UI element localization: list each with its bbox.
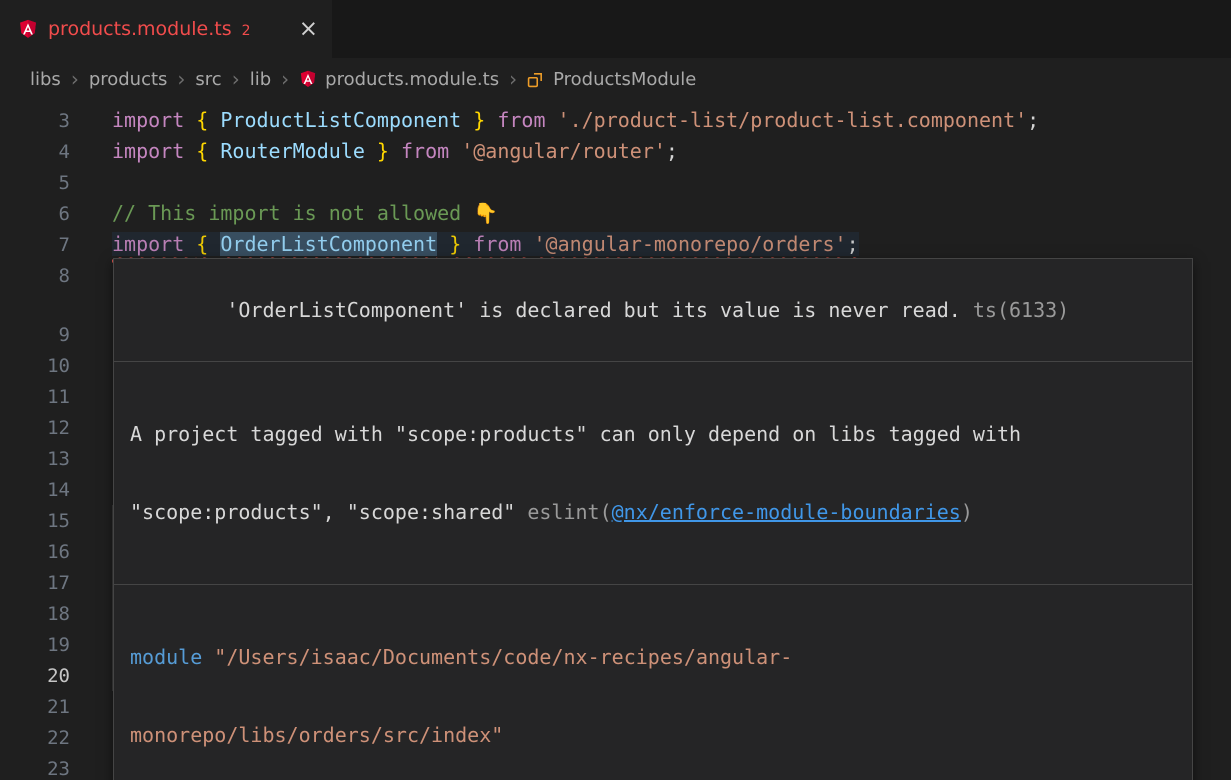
hover-module-info: module "/Users/isaac/Documents/code/nx-r… [114,584,1192,780]
line-number[interactable]: 8 [0,261,70,292]
breadcrumb-item-products[interactable]: products [89,69,168,90]
breadcrumb-label: ProductsModule [553,69,696,90]
line-number[interactable]: 19 [0,630,70,661]
eslint-message-line2: "scope:products", "scope:shared" [130,500,515,524]
line-number[interactable]: 9 [0,320,70,351]
line-number[interactable]: 3 [0,106,70,137]
ts-error-message: 'OrderListComponent' is declared but its… [226,298,961,322]
eslint-rule-link[interactable]: @nx/enforce-module-boundaries [612,500,961,524]
hover-ts-error: 'OrderListComponent' is declared but its… [114,259,1192,361]
chevron-right-icon: › [281,69,289,89]
eslint-source-prefix: eslint( [515,500,611,524]
chevron-right-icon: › [177,69,185,89]
line-number[interactable]: 16 [0,537,70,568]
line-number[interactable]: 22 [0,723,70,754]
problem-hover-popup: 'OrderListComponent' is declared but its… [113,258,1193,780]
code-editor: 3import { ProductListComponent } from '.… [0,100,1231,780]
breadcrumb-item-src[interactable]: src [195,69,221,90]
line-number[interactable]: 23 [0,754,70,780]
breadcrumb-label: libs [30,69,61,90]
eslint-message-line1: A project tagged with "scope:products" c… [130,422,1021,446]
angular-icon [299,70,317,88]
line-number[interactable]: 18 [0,599,70,630]
code-line-5[interactable]: 5 [0,167,1231,198]
chevron-right-icon: › [232,69,240,89]
breadcrumb-item-libs[interactable]: libs [30,69,61,90]
breadcrumb-item-products-module-ts[interactable]: products.module.ts [299,69,499,90]
line-number[interactable]: 12 [0,413,70,444]
vscode-window: products.module.ts 2 × libs › products › src… [0,0,1231,780]
breadcrumb-label: products [89,69,168,90]
class-icon [527,70,545,88]
angular-icon [18,19,38,39]
close-icon[interactable]: × [299,18,318,41]
code-line-3[interactable]: 3import { ProductListComponent } from '.… [0,105,1231,136]
line-number[interactable]: 7 [0,230,70,261]
line-number[interactable]: 15 [0,506,70,537]
tab-title: products.module.ts [48,18,232,40]
breadcrumb-item-productsmodule[interactable]: ProductsModule [527,69,696,90]
line-number[interactable]: 13 [0,444,70,475]
code-line-7[interactable]: 7import { OrderListComponent } from '@an… [0,229,1231,260]
module-keyword: module [130,645,214,669]
line-number[interactable]: 10 [0,351,70,382]
line-number[interactable]: 20 [0,661,70,692]
module-path-line1: "/Users/isaac/Documents/code/nx-recipes/… [214,645,792,669]
ts-error-code: ts(6133) [961,298,1069,322]
line-number[interactable]: 6 [0,199,70,230]
chevron-right-icon: › [71,69,79,89]
breadcrumb-label: src [195,69,221,90]
line-number[interactable]: 21 [0,692,70,723]
problem-count-badge: 2 [242,23,251,39]
breadcrumb-item-lib[interactable]: lib [250,69,271,90]
tab-products-module-ts[interactable]: products.module.ts 2 × [0,0,332,58]
breadcrumb-label: products.module.ts [325,69,499,90]
breadcrumb-label: lib [250,69,271,90]
tab-bar: products.module.ts 2 × [0,0,1231,58]
code-line-4[interactable]: 4import { RouterModule } from '@angular/… [0,136,1231,167]
hover-eslint-error: A project tagged with "scope:products" c… [114,361,1192,584]
line-number[interactable]: 5 [0,168,70,199]
line-number[interactable]: 11 [0,382,70,413]
module-path-line2: monorepo/libs/orders/src/index" [130,723,503,747]
breadcrumb: libs › products › src › lib › products.module.ts… [0,58,1231,100]
chevron-right-icon: › [509,69,517,89]
line-number[interactable]: 4 [0,137,70,168]
eslint-source-suffix: ) [961,500,973,524]
code-line-6[interactable]: 6// This import is not allowed 👇 [0,198,1231,229]
line-number[interactable]: 17 [0,568,70,599]
line-number[interactable]: 14 [0,475,70,506]
